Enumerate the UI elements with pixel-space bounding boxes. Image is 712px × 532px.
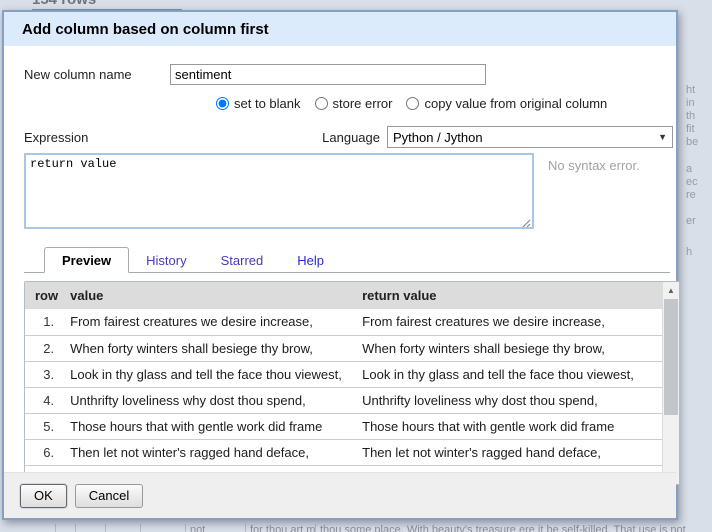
- language-selected-value: Python / Jython: [393, 130, 658, 145]
- cell-return-value: When forty winters shall besiege thy bro…: [356, 335, 662, 361]
- table-row: 2. When forty winters shall besiege thy …: [25, 335, 662, 361]
- radio-store-error-label: store error: [333, 96, 393, 111]
- chevron-down-icon: ▼: [658, 132, 667, 142]
- radio-copy-value-input[interactable]: [406, 97, 419, 110]
- dialog-title: Add column based on column first: [4, 12, 676, 46]
- col-header-return-value: return value: [356, 282, 662, 309]
- preview-table-container: row value return value 1. From fairest c…: [24, 281, 680, 485]
- radio-set-to-blank[interactable]: set to blank: [216, 96, 301, 111]
- col-header-value: value: [64, 282, 356, 309]
- expression-editor-row: return value No syntax error.: [24, 153, 673, 232]
- cell-value: Then let not winter's ragged hand deface…: [64, 439, 356, 465]
- cell-value: Those hours that with gentle work did fr…: [64, 413, 356, 439]
- ok-button[interactable]: OK: [20, 484, 67, 508]
- row-index: 3.: [25, 361, 64, 387]
- radio-store-error[interactable]: store error: [315, 96, 393, 111]
- preview-table: row value return value 1. From fairest c…: [25, 282, 662, 484]
- table-row: 3. Look in thy glass and tell the face t…: [25, 361, 662, 387]
- table-header-row: row value return value: [25, 282, 662, 309]
- expression-input[interactable]: return value: [24, 153, 534, 229]
- radio-copy-value-label: copy value from original column: [424, 96, 607, 111]
- table-row: 6. Then let not winter's ragged hand def…: [25, 439, 662, 465]
- new-column-name-label: New column name: [24, 67, 170, 82]
- expression-row: Expression Language Python / Jython ▼: [24, 126, 673, 148]
- cell-return-value: Then let not winter's ragged hand deface…: [356, 439, 662, 465]
- cell-value: When forty winters shall besiege thy bro…: [64, 335, 356, 361]
- row-index: 4.: [25, 387, 64, 413]
- cell-value: From fairest creatures we desire increas…: [64, 309, 356, 335]
- dialog-footer: OK Cancel: [4, 472, 676, 518]
- new-column-name-row: New column name: [24, 64, 673, 85]
- tab-history[interactable]: History: [129, 248, 203, 272]
- scrollbar-thumb[interactable]: [664, 299, 678, 415]
- expression-label: Expression: [24, 130, 88, 145]
- syntax-status: No syntax error.: [548, 158, 640, 173]
- on-error-options: set to blank store error copy value from…: [216, 96, 673, 111]
- cell-return-value: Unthrifty loveliness why dost thou spend…: [356, 387, 662, 413]
- tab-bar: Preview History Starred Help: [24, 247, 670, 273]
- radio-set-to-blank-label: set to blank: [234, 96, 301, 111]
- radio-set-to-blank-input[interactable]: [216, 97, 229, 110]
- row-index: 5.: [25, 413, 64, 439]
- row-index: 6.: [25, 439, 64, 465]
- cell-return-value: From fairest creatures we desire increas…: [356, 309, 662, 335]
- language-label: Language: [322, 130, 380, 145]
- radio-copy-value[interactable]: copy value from original column: [406, 96, 607, 111]
- col-header-row: row: [25, 282, 64, 309]
- tab-preview[interactable]: Preview: [44, 247, 129, 273]
- radio-store-error-input[interactable]: [315, 97, 328, 110]
- tab-help[interactable]: Help: [280, 248, 341, 272]
- cell-return-value: Those hours that with gentle work did fr…: [356, 413, 662, 439]
- add-column-dialog: Add column based on column first New col…: [2, 10, 678, 520]
- cell-value: Unthrifty loveliness why dost thou spend…: [64, 387, 356, 413]
- scroll-up-icon[interactable]: ▲: [663, 283, 679, 298]
- tab-starred[interactable]: Starred: [204, 248, 281, 272]
- preview-scrollbar[interactable]: ▲ ▼: [662, 282, 679, 484]
- row-index: 2.: [25, 335, 64, 361]
- row-index: 1.: [25, 309, 64, 335]
- cell-return-value: Look in thy glass and tell the face thou…: [356, 361, 662, 387]
- cancel-button[interactable]: Cancel: [75, 484, 143, 508]
- language-select[interactable]: Python / Jython ▼: [387, 126, 673, 148]
- cell-value: Look in thy glass and tell the face thou…: [64, 361, 356, 387]
- table-row: 4. Unthrifty loveliness why dost thou sp…: [25, 387, 662, 413]
- table-row: 1. From fairest creatures we desire incr…: [25, 309, 662, 335]
- table-row: 5. Those hours that with gentle work did…: [25, 413, 662, 439]
- new-column-name-input[interactable]: [170, 64, 486, 85]
